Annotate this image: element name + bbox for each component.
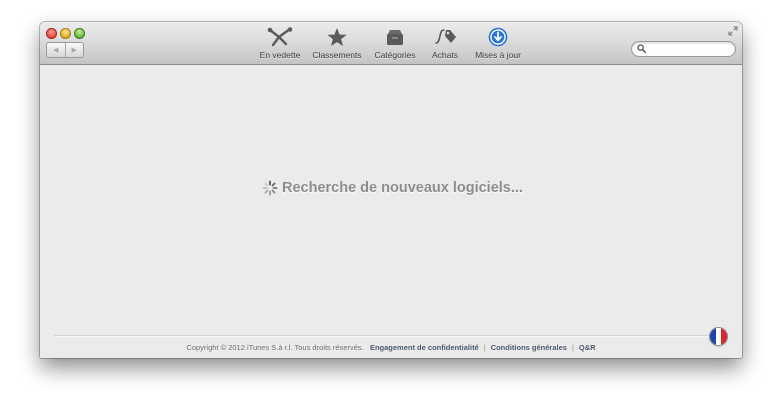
footer-separator: | [483, 343, 486, 352]
purchases-icon [435, 29, 456, 44]
tab-updates[interactable]: Mises à jour [472, 27, 524, 61]
zoom-button[interactable] [74, 28, 85, 39]
close-button[interactable] [46, 28, 57, 39]
main-content: Recherche de nouveaux logiciels... Copyr… [40, 65, 742, 358]
faq-link[interactable]: Q&R [579, 343, 596, 352]
loading-indicator: Recherche de nouveaux logiciels... [262, 180, 523, 196]
privacy-link[interactable]: Engagement de confidentialité [370, 343, 479, 352]
search-icon [637, 44, 646, 53]
tab-featured[interactable]: En vedette [259, 27, 301, 61]
featured-icon [267, 27, 293, 47]
search-input[interactable] [648, 42, 730, 56]
terms-link[interactable]: Conditions générales [491, 343, 567, 352]
categories-icon [387, 30, 403, 45]
country-flag-icon[interactable] [710, 328, 727, 345]
star-icon [327, 28, 347, 46]
forward-button[interactable]: ▶ [64, 43, 84, 57]
toolbar: ◀ ▶ En vedette Classements Catégories Ac… [40, 22, 742, 65]
footer: Copyright © 2012 iTunes S.à r.l. Tous dr… [40, 343, 742, 352]
back-button[interactable]: ◀ [47, 43, 65, 57]
back-arrow-icon: ◀ [53, 47, 59, 54]
forward-arrow-icon: ▶ [71, 47, 77, 54]
tab-categories[interactable]: Catégories [374, 27, 416, 61]
spinner-icon [262, 180, 278, 196]
minimize-button[interactable] [60, 28, 71, 39]
navigation-buttons: ◀ ▶ [46, 42, 84, 58]
footer-separator: | [571, 343, 574, 352]
tab-purchases[interactable]: Achats [429, 27, 461, 61]
loading-text: Recherche de nouveaux logiciels... [282, 180, 523, 196]
tab-updates-label: Mises à jour [475, 50, 521, 60]
tab-categories-label: Catégories [374, 50, 416, 60]
app-store-window: ◀ ▶ En vedette Classements Catégories Ac… [40, 22, 742, 358]
tab-top-charts[interactable]: Classements [312, 27, 362, 61]
footer-divider [54, 335, 728, 337]
tab-purchases-label: Achats [432, 50, 458, 60]
tab-top-charts-label: Classements [312, 50, 362, 60]
tab-featured-label: En vedette [259, 50, 301, 60]
search-field[interactable] [631, 41, 736, 57]
copyright-text: Copyright © 2012 iTunes S.à r.l. Tous dr… [186, 343, 364, 352]
fullscreen-icon[interactable] [728, 26, 738, 36]
updates-icon [488, 27, 508, 47]
